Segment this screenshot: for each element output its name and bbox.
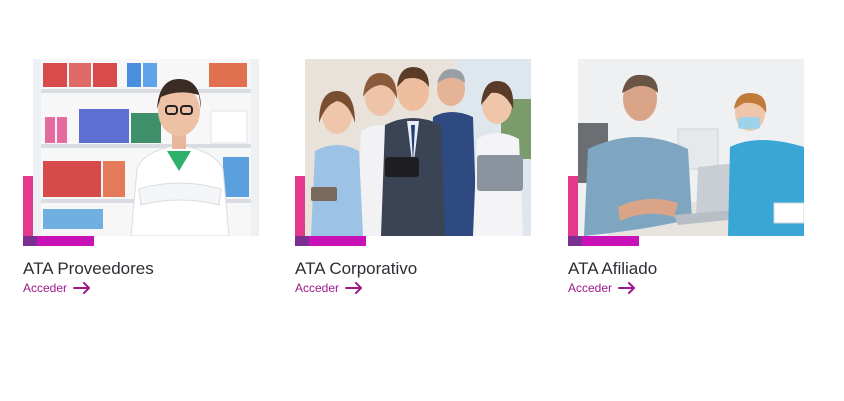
arrow-right-icon xyxy=(345,282,363,294)
accent-bar-corner xyxy=(23,236,37,246)
card-title: ATA Corporativo xyxy=(295,259,418,278)
card-ata-corporativo[interactable]: ATA Corporativo Acceder xyxy=(295,59,535,299)
acceder-link[interactable]: Acceder xyxy=(23,281,91,295)
arrow-right-icon xyxy=(73,282,91,294)
acceder-link-label: Acceder xyxy=(23,281,68,295)
business-team-photo xyxy=(305,59,531,236)
accent-bar-corner xyxy=(295,236,309,246)
card-ata-afiliado[interactable]: ATA Afiliado Acceder xyxy=(568,59,808,299)
pharmacist-photo xyxy=(33,59,259,236)
card-title: ATA Proveedores xyxy=(23,259,154,278)
acceder-link-label: Acceder xyxy=(295,281,340,295)
acceder-link[interactable]: Acceder xyxy=(295,281,363,295)
patient-consultation-photo xyxy=(578,59,804,236)
card-ata-proveedores[interactable]: ATA Proveedores Acceder xyxy=(23,59,263,299)
card-title: ATA Afiliado xyxy=(568,259,658,278)
arrow-right-icon xyxy=(618,282,636,294)
acceder-link-label: Acceder xyxy=(568,281,613,295)
accent-bar-corner xyxy=(568,236,582,246)
acceder-link[interactable]: Acceder xyxy=(568,281,636,295)
